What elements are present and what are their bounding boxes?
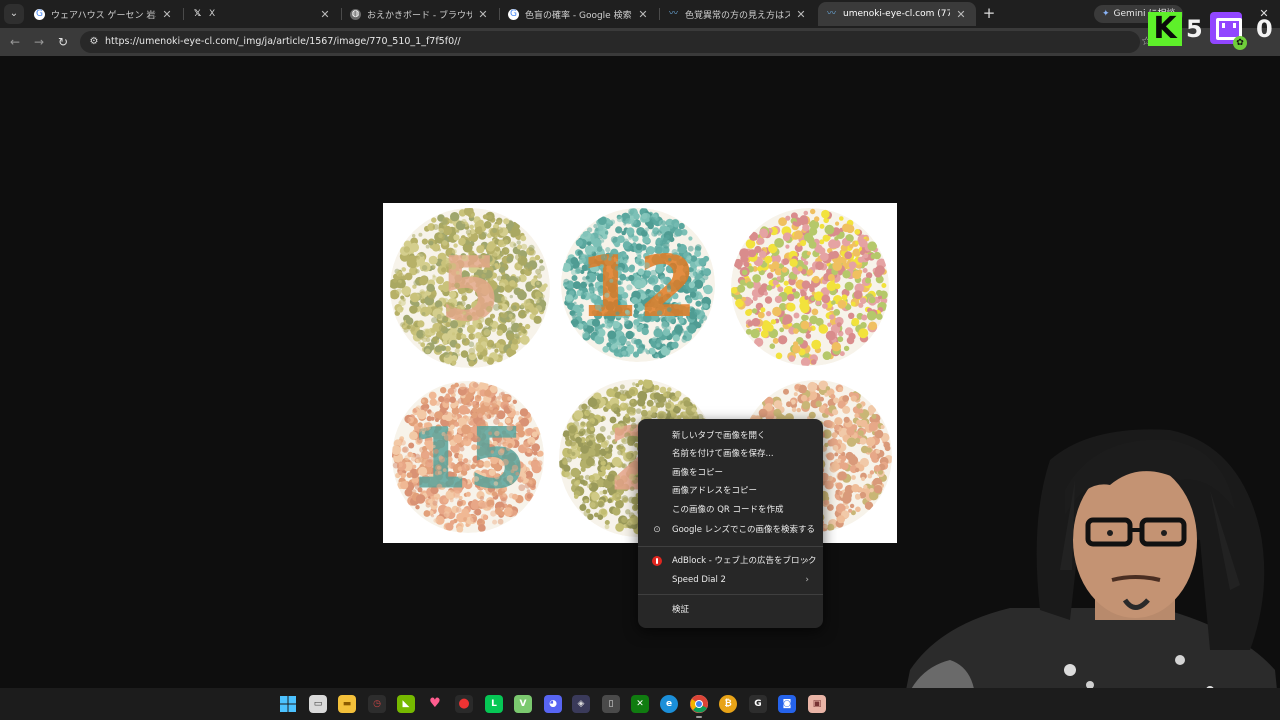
menu-label: AdBlock - ウェブ上の広告をブロック <box>672 556 817 566</box>
ishihara-plate-1: 5 <box>390 208 550 368</box>
menu-inspect[interactable]: 検証 <box>638 601 823 619</box>
google-g-icon: G <box>34 8 45 20</box>
tab-color-vision[interactable]: 〰 色覚異常の方の見え方はスマホア ✕ <box>660 2 816 26</box>
adblock-icon <box>652 556 662 566</box>
app-red-clock-icon[interactable]: ◷ <box>368 695 386 713</box>
x-logo-icon: 𝕏 <box>193 8 202 19</box>
lens-icon: ⊙ <box>653 525 661 535</box>
google-g-icon: G <box>508 8 519 20</box>
taskbar: ▭ ▬ ◷ ◣ ♥ ● L V ◕ ◈ ▯ ✕ e ₿ G ◙ ▣ <box>0 688 1280 720</box>
line-app-icon[interactable]: L <box>485 695 503 713</box>
app-chat-icon[interactable]: ◈ <box>572 695 590 713</box>
tab-close-icon[interactable]: ✕ <box>476 8 490 21</box>
twitch-viewer-count: 0 <box>1256 15 1273 43</box>
ishihara-plate-3 <box>731 208 889 366</box>
tab-strip: ⌄ G ウェアハウス ゲーセン 岩槻 - Google ✕ 𝕏 X ✕ ◍ おえ… <box>0 0 1280 28</box>
tab-close-icon[interactable]: ✕ <box>318 8 332 21</box>
app-g-icon[interactable]: G <box>749 695 767 713</box>
xbox-icon[interactable]: ✕ <box>631 695 649 713</box>
screen: ⌄ G ウェアハウス ゲーセン 岩槻 - Google ✕ 𝕏 X ✕ ◍ おえ… <box>0 0 1280 720</box>
menu-label: 新しいタブで画像を開く <box>672 431 766 441</box>
tab-google-warehouse[interactable]: G ウェアハウス ゲーセン 岩槻 - Google ✕ <box>26 2 182 26</box>
menu-label: Speed Dial 2 <box>672 575 726 585</box>
kick-logo-icon: K <box>1148 12 1182 46</box>
url-text[interactable]: https://umenoki-eye-cl.com/_img/ja/artic… <box>105 31 461 53</box>
menu-label: Google レンズでこの画像を検索する <box>672 525 816 535</box>
vim-v-icon[interactable]: V <box>514 695 532 713</box>
file-explorer-icon[interactable]: ▬ <box>338 695 356 713</box>
menu-open-image-new-tab[interactable]: 新しいタブで画像を開く <box>638 427 823 445</box>
back-arrow-icon[interactable]: ← <box>7 34 23 50</box>
tab-title: 色盲の確率 - Google 検索 <box>525 10 632 21</box>
submenu-chevron-right-icon: › <box>805 575 809 585</box>
ishihara-plate-2: 12 <box>561 208 715 362</box>
globe-icon: ◍ <box>350 8 361 20</box>
record-icon[interactable]: ● <box>455 695 473 713</box>
tab-title: umenoki-eye-cl.com (770×510) <box>843 9 950 19</box>
tab-umenoki-active[interactable]: 〰 umenoki-eye-cl.com (770×510) ✕ <box>818 2 976 26</box>
menu-label: この画像の QR コードを作成 <box>672 505 784 515</box>
menu-copy-image[interactable]: 画像をコピー <box>638 464 823 482</box>
nvidia-icon[interactable]: ◣ <box>397 695 415 713</box>
menu-save-image-as[interactable]: 名前を付けて画像を保存... <box>638 445 823 463</box>
app-book-icon[interactable]: ▯ <box>602 695 620 713</box>
tab-google-search[interactable]: G 色盲の確率 - Google 検索 ✕ <box>500 2 658 26</box>
tab-title: おえかきボード - ブラウザでかんたん <box>367 10 472 21</box>
tab-close-icon[interactable]: ✕ <box>794 8 808 21</box>
submenu-chevron-right-icon: › <box>805 556 809 566</box>
ishihara-plate-4: 15 <box>392 381 544 533</box>
menu-label: 検証 <box>672 605 690 615</box>
menu-adblock[interactable]: AdBlock - ウェブ上の広告をブロック › <box>638 552 823 570</box>
edge-icon[interactable]: e <box>660 695 678 713</box>
menu-separator <box>638 594 823 595</box>
windows-start-icon[interactable] <box>279 695 297 713</box>
wave-site-icon: 〰 <box>668 8 678 19</box>
tab-title: ウェアハウス ゲーセン 岩槻 - Google <box>51 10 156 21</box>
lips-app-icon[interactable]: ♥ <box>426 695 444 713</box>
menu-google-lens[interactable]: ⊙ Google レンズでこの画像を検索する <box>638 521 823 539</box>
app-blue-icon[interactable]: ◙ <box>778 695 796 713</box>
app-image-icon[interactable]: ▣ <box>808 695 826 713</box>
menu-label: 画像をコピー <box>672 468 724 478</box>
active-app-indicator <box>696 716 702 718</box>
task-view-icon[interactable]: ▭ <box>309 695 327 713</box>
menu-speed-dial[interactable]: Speed Dial 2 › <box>638 571 823 589</box>
tab-oekaki[interactable]: ◍ おえかきボード - ブラウザでかんたん ✕ <box>342 2 498 26</box>
chrome-icon[interactable] <box>690 695 708 713</box>
forward-arrow-icon[interactable]: → <box>31 34 47 50</box>
tab-close-icon[interactable]: ✕ <box>160 8 174 21</box>
tab-search-chevron-icon[interactable]: ⌄ <box>4 4 24 24</box>
menu-separator <box>638 546 823 547</box>
kick-viewer-count: 5 <box>1186 15 1203 43</box>
wave-site-icon: 〰 <box>826 8 836 19</box>
reload-icon[interactable]: ↻ <box>55 34 71 50</box>
new-tab-plus-icon[interactable]: + <box>981 5 997 21</box>
address-bar[interactable]: ⚙ https://umenoki-eye-cl.com/_img/ja/art… <box>80 31 1140 53</box>
tab-x[interactable]: 𝕏 X ✕ <box>184 2 340 26</box>
svg-text:15: 15 <box>410 409 527 507</box>
webcam-overlay <box>880 420 1280 720</box>
gemini-sparkle-icon: ✦ <box>1102 9 1110 19</box>
menu-label: 画像アドレスをコピー <box>672 486 758 496</box>
tab-close-icon[interactable]: ✕ <box>636 8 650 21</box>
coin-app-icon[interactable]: ₿ <box>719 695 737 713</box>
tab-title: X <box>209 9 216 19</box>
tab-title: 色覚異常の方の見え方はスマホア <box>685 10 790 21</box>
browser-toolbar: ← → ↻ ⚙ https://umenoki-eye-cl.com/_img/… <box>0 28 1280 56</box>
discord-icon[interactable]: ◕ <box>544 695 562 713</box>
tab-close-icon[interactable]: ✕ <box>954 8 968 21</box>
image-context-menu: 新しいタブで画像を開く 名前を付けて画像を保存... 画像をコピー 画像アドレス… <box>638 419 823 628</box>
menu-copy-image-address[interactable]: 画像アドレスをコピー <box>638 482 823 500</box>
extension-puzzle-icon[interactable]: ✿ <box>1233 36 1247 50</box>
menu-label: 名前を付けて画像を保存... <box>672 449 774 459</box>
site-info-tune-icon[interactable]: ⚙ <box>86 34 102 50</box>
menu-create-qr-code[interactable]: この画像の QR コードを作成 <box>638 501 823 519</box>
